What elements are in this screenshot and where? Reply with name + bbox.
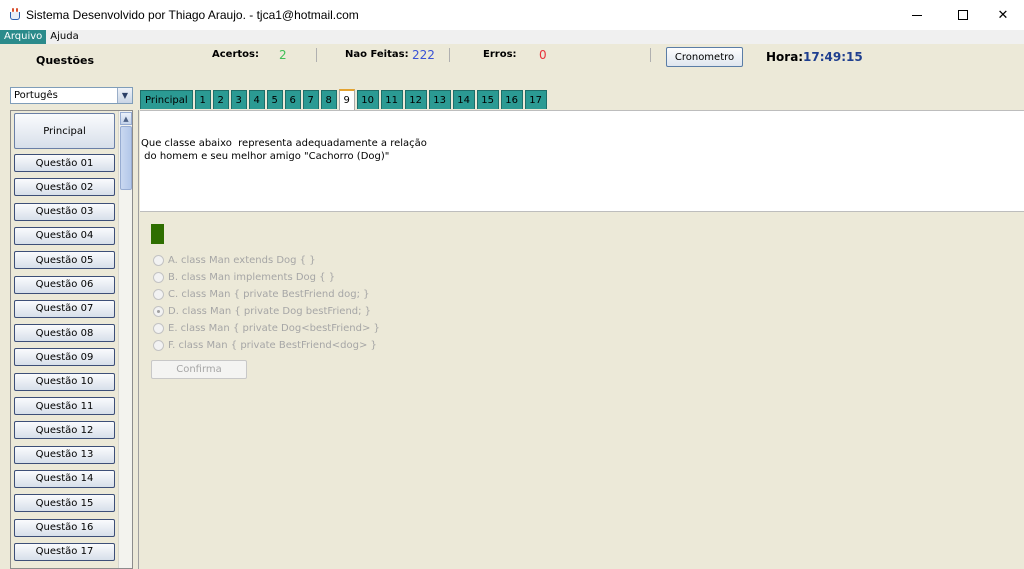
answer-option[interactable]: A. class Man extends Dog { } bbox=[153, 252, 316, 268]
hora-label: Hora: bbox=[766, 50, 804, 64]
question-button[interactable]: Questão 14 bbox=[14, 469, 115, 488]
question-button[interactable]: Questão 15 bbox=[14, 494, 115, 513]
radio-button[interactable] bbox=[153, 254, 164, 266]
erros-label: Erros: bbox=[483, 49, 517, 60]
menu-bar: Arquivo Ajuda bbox=[0, 30, 1024, 44]
tab-15[interactable]: 15 bbox=[476, 90, 499, 109]
principal-button[interactable]: Principal bbox=[14, 113, 115, 149]
answer-option-label: A. class Man extends Dog { } bbox=[168, 254, 316, 266]
close-icon: ✕ bbox=[997, 7, 1009, 23]
radio-button[interactable] bbox=[153, 339, 164, 351]
question-button[interactable]: Questão 05 bbox=[14, 251, 115, 270]
tab-16[interactable]: 16 bbox=[500, 90, 523, 109]
answer-option-label: F. class Man { private BestFriend<dog> } bbox=[168, 339, 377, 351]
menu-ajuda[interactable]: Ajuda bbox=[46, 30, 82, 44]
question-button[interactable]: Questão 07 bbox=[14, 299, 115, 318]
cronometro-button[interactable]: Cronometro bbox=[666, 47, 743, 67]
question-button[interactable]: Questão 04 bbox=[14, 226, 115, 245]
question-button[interactable]: Questão 13 bbox=[14, 445, 115, 464]
scroll-up-icon[interactable]: ▲ bbox=[120, 112, 132, 125]
answer-option[interactable]: E. class Man { private Dog<bestFriend> } bbox=[153, 320, 380, 336]
tab-1[interactable]: 1 bbox=[194, 90, 211, 109]
answer-option-label: E. class Man { private Dog<bestFriend> } bbox=[168, 322, 380, 334]
confirma-button[interactable]: Confirma bbox=[151, 360, 247, 379]
question-button[interactable]: Questão 09 bbox=[14, 348, 115, 367]
answer-option[interactable]: D. class Man { private Dog bestFriend; } bbox=[153, 303, 371, 319]
minimize-button[interactable] bbox=[894, 0, 940, 30]
nao-feitas-label: Nao Feitas: bbox=[345, 49, 409, 60]
acertos-label: Acertos: bbox=[212, 49, 259, 60]
question-tabs: Principal 1 2 3 4 5 6 7 8 9 10 11 12 13 14 15 16 17 bbox=[140, 89, 549, 110]
tab-7[interactable]: 7 bbox=[302, 90, 319, 109]
question-list: Principal Questão 01 Questão 02 Questão 03… bbox=[10, 110, 133, 569]
answer-option[interactable]: B. class Man implements Dog { } bbox=[153, 269, 335, 285]
subject-select[interactable]: Portugês ▼ bbox=[10, 87, 133, 104]
separator bbox=[650, 48, 651, 62]
erros-value: 0 bbox=[539, 48, 547, 62]
tab-14[interactable]: 14 bbox=[452, 90, 475, 109]
separator bbox=[449, 48, 450, 62]
close-button[interactable]: ✕ bbox=[980, 0, 1024, 30]
tab-8[interactable]: 8 bbox=[320, 90, 337, 109]
scrollbar-thumb[interactable] bbox=[120, 126, 132, 190]
tab-11[interactable]: 11 bbox=[380, 90, 403, 109]
chevron-down-icon[interactable]: ▼ bbox=[117, 88, 132, 103]
answer-option-label: B. class Man implements Dog { } bbox=[168, 271, 336, 283]
question-button[interactable]: Questão 10 bbox=[14, 372, 115, 391]
question-button[interactable]: Questão 08 bbox=[14, 324, 115, 343]
answer-option[interactable]: F. class Man { private BestFriend<dog> } bbox=[153, 337, 377, 353]
answer-option[interactable]: C. class Man { private BestFriend dog; } bbox=[153, 286, 370, 302]
tab-17[interactable]: 17 bbox=[524, 90, 547, 109]
radio-button[interactable] bbox=[153, 322, 164, 334]
menu-arquivo[interactable]: Arquivo bbox=[0, 30, 47, 44]
answer-option-label: D. class Man { private Dog bestFriend; } bbox=[168, 305, 372, 317]
tab-4[interactable]: 4 bbox=[248, 90, 265, 109]
tab-2[interactable]: 2 bbox=[212, 90, 229, 109]
question-text-area: Que classe abaixo representa adequadamen… bbox=[140, 110, 1024, 212]
window-title: Sistema Desenvolvido por Thiago Araujo. … bbox=[26, 8, 359, 22]
question-button[interactable]: Questão 17 bbox=[14, 542, 115, 561]
question-line-2: do homem e seu melhor amigo "Cachorro (D… bbox=[141, 151, 390, 162]
question-button[interactable]: Questão 16 bbox=[14, 518, 115, 537]
radio-button[interactable] bbox=[153, 271, 164, 283]
tab-9[interactable]: 9 bbox=[338, 89, 355, 110]
acertos-value: 2 bbox=[279, 48, 287, 62]
question-list-scrollbar[interactable]: ▲ bbox=[118, 111, 132, 568]
subject-selected-value: Portugês bbox=[14, 90, 58, 101]
question-button[interactable]: Questão 01 bbox=[14, 154, 115, 172]
question-button[interactable]: Questão 12 bbox=[14, 421, 115, 440]
tab-5[interactable]: 5 bbox=[266, 90, 283, 109]
question-button[interactable]: Questão 11 bbox=[14, 397, 115, 415]
separator bbox=[316, 48, 317, 62]
tab-13[interactable]: 13 bbox=[428, 90, 451, 109]
radio-button[interactable] bbox=[153, 288, 164, 300]
title-bar: Sistema Desenvolvido por Thiago Araujo. … bbox=[0, 0, 1024, 30]
hora-value: 17:49:15 bbox=[803, 50, 863, 64]
status-indicator bbox=[151, 224, 164, 244]
question-button[interactable]: Questão 03 bbox=[14, 202, 115, 221]
tab-3[interactable]: 3 bbox=[230, 90, 247, 109]
java-app-icon bbox=[8, 8, 22, 22]
tab-principal[interactable]: Principal bbox=[140, 90, 193, 109]
minimize-icon bbox=[912, 14, 922, 16]
question-button[interactable]: Questão 02 bbox=[14, 178, 115, 197]
question-button[interactable]: Questão 06 bbox=[14, 275, 115, 294]
maximize-icon bbox=[958, 10, 968, 20]
answer-option-label: C. class Man { private BestFriend dog; } bbox=[168, 288, 370, 300]
tab-10[interactable]: 10 bbox=[356, 90, 379, 109]
question-line-1: Que classe abaixo representa adequadamen… bbox=[141, 138, 427, 149]
tab-12[interactable]: 12 bbox=[404, 90, 427, 109]
divider bbox=[138, 110, 139, 569]
nao-feitas-value: 222 bbox=[412, 48, 435, 62]
radio-button[interactable] bbox=[153, 305, 164, 317]
questoes-heading: Questões bbox=[36, 54, 95, 67]
tab-6[interactable]: 6 bbox=[284, 90, 301, 109]
stats-bar: Questões Acertos: 2 Nao Feitas: 222 Erro… bbox=[0, 44, 1024, 78]
